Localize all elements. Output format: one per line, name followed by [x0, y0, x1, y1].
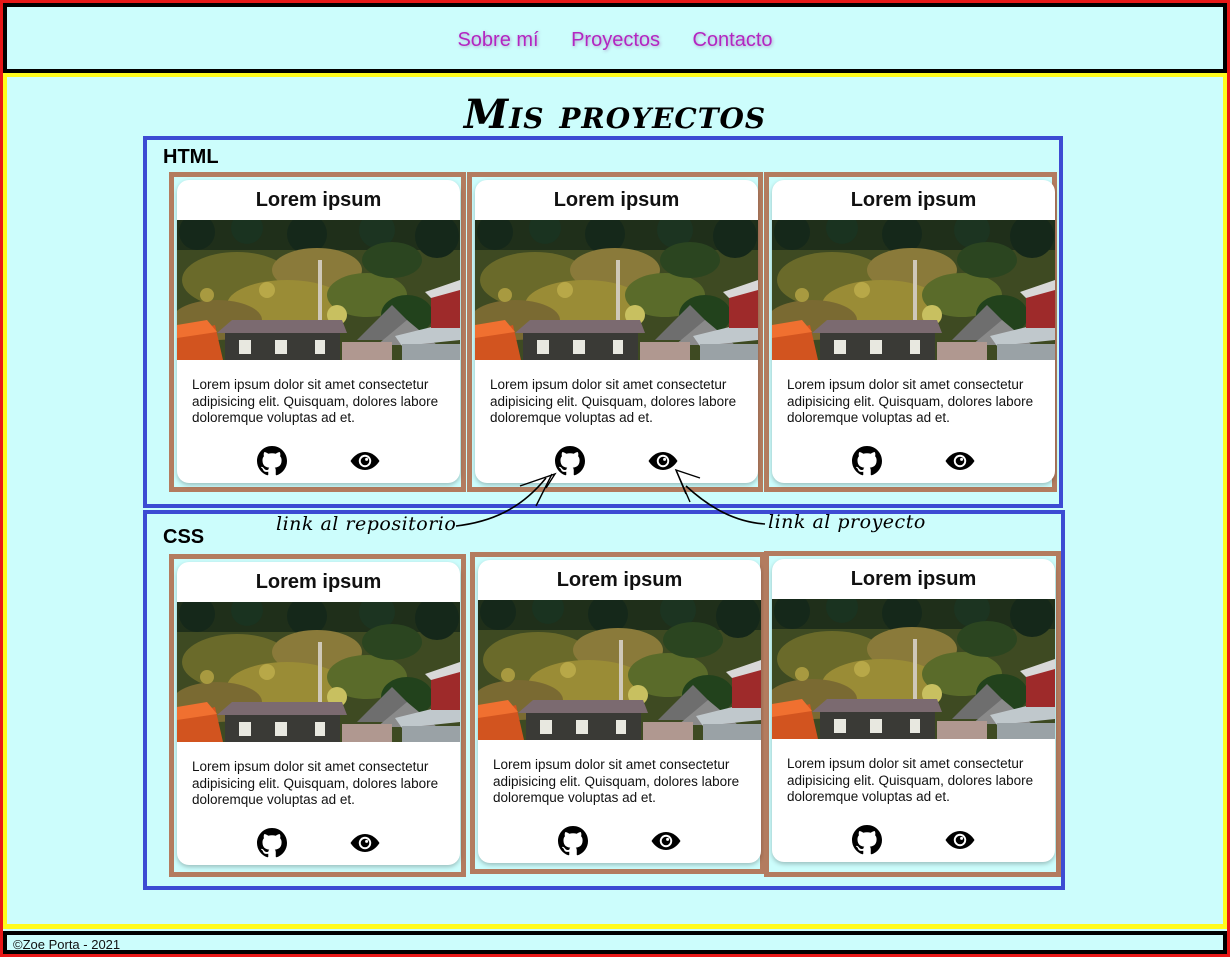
- card-frame: Lorem ipsum Lorem ipsum dolor sit amet c…: [470, 552, 765, 874]
- eye-icon[interactable]: [648, 446, 678, 476]
- card-title: Lorem ipsum: [255, 571, 382, 593]
- project-thumbnail: [772, 220, 1055, 360]
- footer-copyright: ©Zoe Porta - 2021: [13, 937, 121, 952]
- project-thumbnail: [177, 220, 460, 360]
- github-icon[interactable]: [558, 826, 588, 856]
- card-frame: Lorem ipsum Lorem ipsum dolor sit amet c…: [764, 172, 1057, 492]
- project-card: Lorem ipsum Lorem ipsum dolor sit amet c…: [475, 180, 758, 483]
- eye-icon[interactable]: [350, 446, 380, 476]
- card-description: Lorem ipsum dolor sit amet consectetur a…: [787, 756, 1034, 804]
- eye-icon[interactable]: [651, 826, 681, 856]
- card-title: Lorem ipsum: [556, 569, 683, 591]
- nav-link-proyectos[interactable]: Proyectos: [571, 29, 660, 52]
- main-nav: Sobre mí Proyectos Contacto: [7, 29, 1223, 52]
- annotation-repo-link: link al repositorio: [276, 513, 457, 535]
- card-description: Lorem ipsum dolor sit amet consectetur a…: [490, 377, 737, 425]
- nav-link-sobre-mi[interactable]: Sobre mí: [457, 29, 538, 52]
- annotation-project-link: link al proyecto: [768, 511, 926, 533]
- project-thumbnail: [478, 600, 761, 740]
- github-icon[interactable]: [257, 828, 287, 858]
- project-card: Lorem ipsum Lorem ipsum dolor sit amet c…: [177, 180, 460, 483]
- nav-link-contacto[interactable]: Contacto: [692, 29, 772, 52]
- eye-icon[interactable]: [945, 446, 975, 476]
- card-frame: Lorem ipsum Lorem ipsum dolor sit amet c…: [764, 551, 1061, 877]
- eye-icon[interactable]: [945, 825, 975, 855]
- site-footer: ©Zoe Porta - 2021: [3, 931, 1227, 954]
- card-title: Lorem ipsum: [850, 568, 977, 590]
- card-frame: Lorem ipsum Lorem ipsum dolor sit amet c…: [169, 172, 466, 492]
- card-description: Lorem ipsum dolor sit amet consectetur a…: [192, 759, 439, 807]
- card-description: Lorem ipsum dolor sit amet consectetur a…: [493, 757, 740, 805]
- card-description: Lorem ipsum dolor sit amet consectetur a…: [192, 377, 439, 425]
- card-frame: Lorem ipsum Lorem ipsum dolor sit amet c…: [169, 554, 466, 877]
- github-icon[interactable]: [852, 825, 882, 855]
- project-card: Lorem ipsum Lorem ipsum dolor sit amet c…: [177, 562, 460, 865]
- eye-icon[interactable]: [350, 828, 380, 858]
- card-title: Lorem ipsum: [850, 189, 977, 211]
- page-title: Mis proyectos: [463, 91, 767, 138]
- github-icon[interactable]: [852, 446, 882, 476]
- site-header: Sobre mí Proyectos Contacto: [3, 3, 1227, 73]
- card-title: Lorem ipsum: [255, 189, 382, 211]
- github-icon[interactable]: [257, 446, 287, 476]
- project-thumbnail: [772, 599, 1055, 739]
- group-label-css: CSS: [163, 526, 205, 548]
- github-icon[interactable]: [555, 446, 585, 476]
- project-card: Lorem ipsum Lorem ipsum dolor sit amet c…: [772, 180, 1055, 483]
- project-card: Lorem ipsum Lorem ipsum dolor sit amet c…: [478, 560, 761, 863]
- card-title: Lorem ipsum: [553, 189, 680, 211]
- project-card: Lorem ipsum Lorem ipsum dolor sit amet c…: [772, 559, 1055, 862]
- card-frame: Lorem ipsum Lorem ipsum dolor sit amet c…: [467, 172, 763, 492]
- project-thumbnail: [177, 602, 460, 742]
- project-thumbnail: [475, 220, 758, 360]
- group-label-html: HTML: [163, 146, 219, 168]
- card-description: Lorem ipsum dolor sit amet consectetur a…: [787, 377, 1034, 425]
